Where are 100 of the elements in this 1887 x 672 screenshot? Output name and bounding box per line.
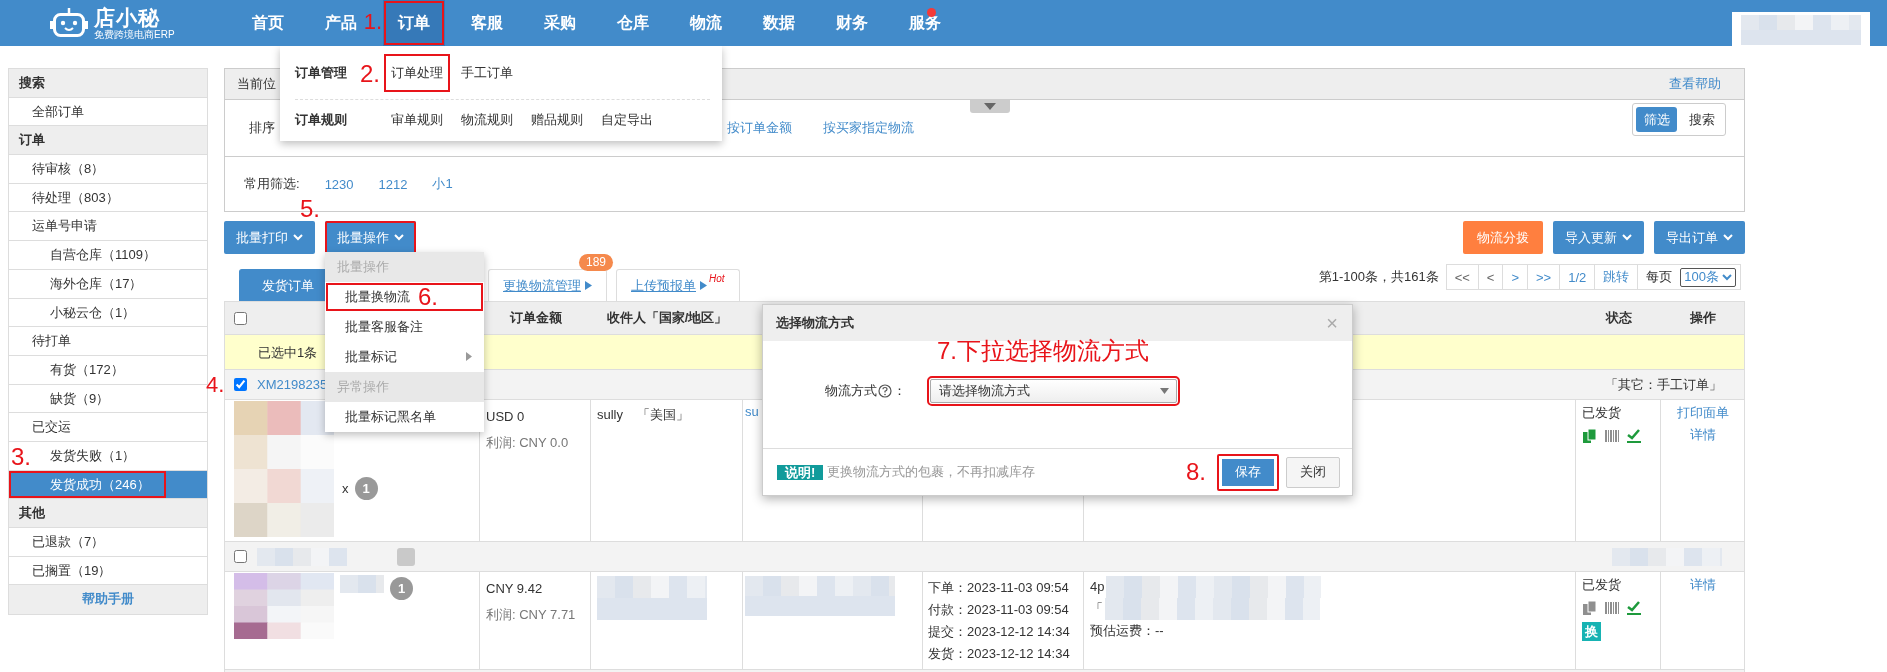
date-text: 下单：2023-11-03 09:54 [928,579,1070,597]
nav-tab[interactable]: 产品 [321,0,361,46]
sidebar-item[interactable]: 有货（172） [9,355,207,385]
sidebar-item[interactable]: 运单号申请 [9,212,207,242]
saved-filter-link[interactable]: 1212 [378,176,408,192]
page-button[interactable]: 跳转 [1595,265,1639,289]
sidebar-item[interactable]: 已退款（7） [9,528,207,557]
sidebar-item[interactable]: 发货成功（246） [9,470,207,500]
checkbox[interactable] [234,378,247,391]
sidebar-item[interactable]: 待审核（8） [9,155,207,184]
toolbar-button[interactable]: 导入更新 [1553,221,1644,254]
toolbar-button[interactable]: 物流分拨 [1463,221,1543,254]
nav-tab[interactable]: 客服 [467,0,507,46]
blurred-block [340,575,384,593]
help-link[interactable]: 查看帮助 [1669,75,1721,93]
order-source: 「其它：手工订单」 [1605,375,1722,394]
selection-notice: 已选中1条 [258,345,318,360]
step-label: 3. [11,444,31,469]
nav-tab[interactable]: 首页 [248,0,288,46]
quantity-badge: 1 [390,577,413,600]
action-link[interactable]: 详情 [1689,424,1716,446]
toolbar-button[interactable]: 批量操作 [325,221,416,254]
menu-item[interactable]: 批量标记黑名单 [325,402,484,432]
help-manual-link[interactable]: 帮助手册 [9,585,207,615]
saved-filter-link[interactable]: 小1 [432,175,453,193]
nav-tab[interactable]: 仓库 [613,0,653,46]
sidebar-item[interactable]: 待处理（803） [9,183,207,213]
action-link[interactable]: 详情 [1689,574,1716,596]
step-label: 5. [300,197,320,221]
nav-tab[interactable]: 数据 [759,0,799,46]
toolbar-button[interactable]: 导出订单 [1654,221,1745,254]
sort-option-link[interactable]: 按买家指定物流 [823,119,914,137]
field-colon: ： [893,382,906,400]
hot-label: Hot [709,273,725,284]
menu-link[interactable]: 物流规则 [454,101,520,139]
page-button[interactable]: 1/2 [1560,265,1596,289]
save-button[interactable]: 保存 [1217,453,1279,491]
logo-title: 店小秘 [94,6,161,29]
date-text: 提交：2023-12-12 14:34 [928,623,1071,641]
close-button[interactable]: 关闭 [1286,456,1340,488]
collapse-tab[interactable] [970,100,1010,113]
tab[interactable]: 更换物流管理 [488,269,607,301]
menu-item[interactable]: 批量标记 [325,342,484,372]
dialog-title: 选择物流方式 [776,314,854,332]
sort-option-link[interactable]: 按订单金额 [727,119,792,137]
date-text: 付款：2023-11-03 09:54 [928,601,1070,619]
shipping-method-select[interactable]: 请选择物流方式 [930,379,1177,403]
page-button[interactable]: > [1503,265,1529,289]
note-text: 更换物流方式的包裹，不再扣减库存 [827,463,1036,481]
step-label: 6. [418,285,438,309]
toggle-button[interactable]: 筛选 [1636,107,1677,132]
caret-down-icon [984,103,996,110]
tab[interactable]: 上传预报单 $^{Hot}$ [616,269,740,301]
logistics-text: 预估运费：-- [1090,622,1164,640]
nav-tab[interactable]: 采购 [540,0,580,46]
menu-group-title: 订单规则 [295,111,347,129]
quantity-sign: x [342,481,349,496]
sidebar-item[interactable]: 已交运 [9,413,207,442]
column-header: 收件人「国家/地区」 [606,309,728,327]
breadcrumb-text: 当前位 [237,75,276,93]
count-badge: 189 [578,254,613,271]
menu-item[interactable]: 批量客服备注 [325,312,484,342]
logistics-text: 「 [1090,600,1103,618]
menu-link[interactable]: 订单处理 [384,53,450,92]
toggle-button[interactable]: 搜索 [1681,107,1722,132]
order-number-link[interactable]: XM2198235 [257,377,328,392]
field-label: 物流方式 [825,382,877,400]
nav-tab[interactable]: 服务 [905,0,945,46]
note-badge: 说明! [777,464,824,480]
page-size-select[interactable]: 100条 [1680,267,1736,287]
filter-label: 常用筛选: [244,175,300,193]
sidebar-item[interactable]: 自营仓库（1109） [9,241,207,270]
recipient-country: 「美国」 [637,407,689,422]
logo-subtitle: 免费跨境电商ERP [94,29,175,40]
swap-badge: 换 [1582,622,1601,641]
sidebar-item[interactable]: 海外仓库（17） [9,269,207,299]
buyer-link[interactable]: su [745,404,759,419]
step-label: 4. [206,373,225,397]
menu-link[interactable]: 审单规则 [384,101,450,139]
toolbar-button[interactable]: 批量打印 [224,221,315,254]
page-button[interactable]: >> [1528,265,1561,289]
menu-link[interactable]: 手工订单 [454,53,520,92]
menu-link[interactable]: 自定导出 [594,101,660,139]
nav-tab[interactable]: 物流 [686,0,726,46]
sort-label: 排序 [249,119,275,137]
nav-tab[interactable]: 订单 [383,0,445,46]
sidebar-item[interactable]: 小秘云仓（1） [9,298,207,328]
close-button[interactable]: × [1322,313,1342,333]
menu-link[interactable]: 赠品规则 [524,101,590,139]
profit-text: 利润: CNY 7.71 [486,606,577,624]
section-header: 其他 [9,499,207,528]
sidebar-item[interactable]: 缺货（9） [9,384,207,414]
checkbox[interactable] [234,311,247,325]
action-link[interactable]: 打印面单 [1676,402,1729,424]
sidebar-item[interactable]: 待打单 [9,327,207,356]
section-header: 订单 [9,126,207,156]
nav-tab[interactable]: 财务 [832,0,872,46]
saved-filter-link[interactable]: 1230 [324,176,354,192]
step-label: 1. [363,10,382,34]
checkbox[interactable] [234,550,247,563]
